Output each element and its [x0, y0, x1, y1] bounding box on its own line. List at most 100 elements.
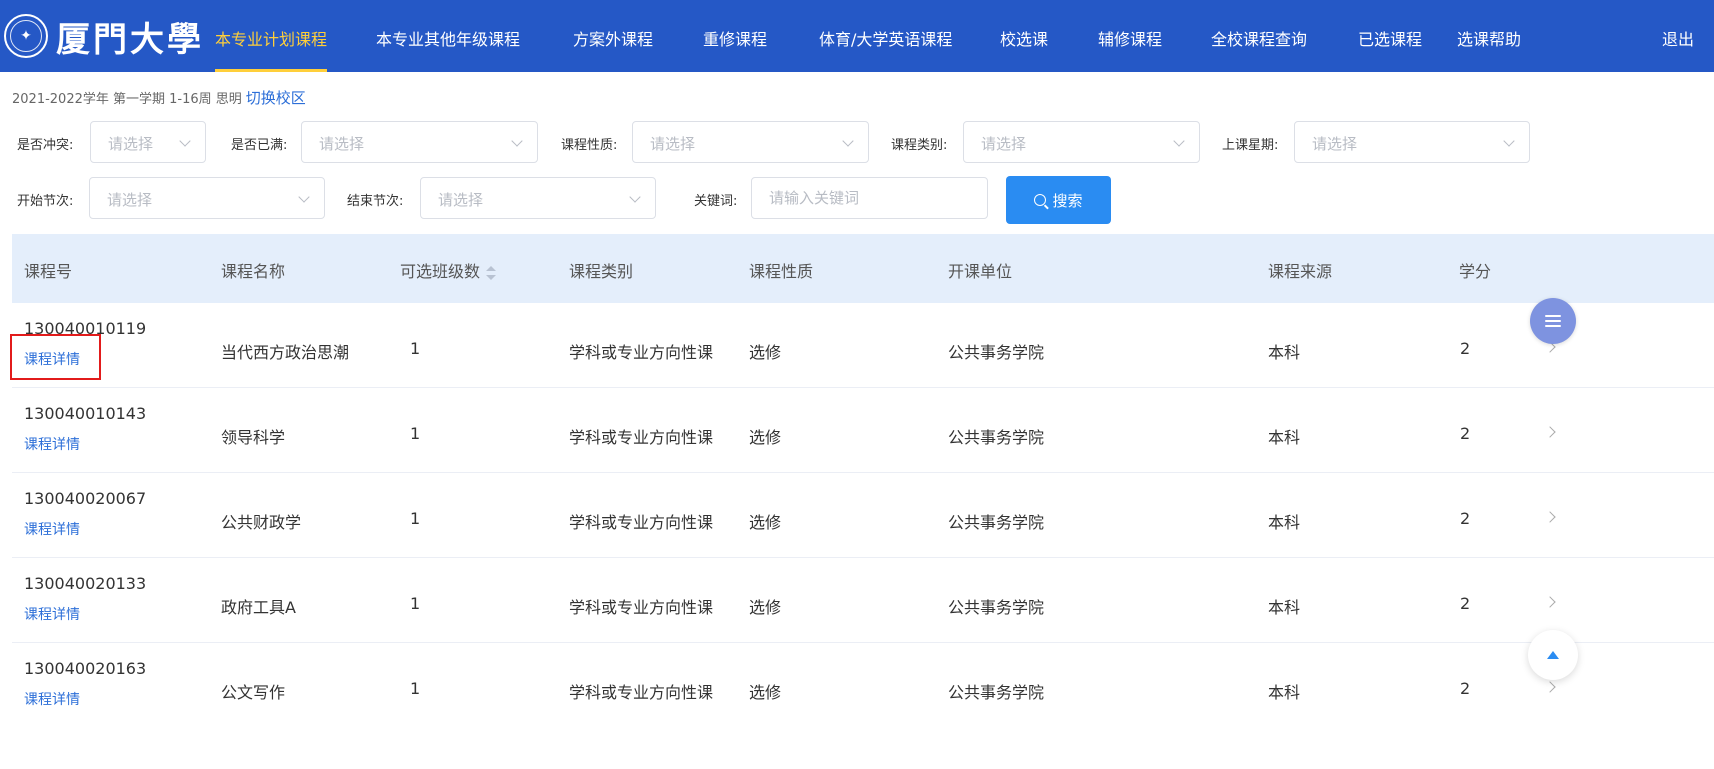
course-code: 130040010143 — [24, 404, 147, 423]
table-row[interactable]: 130040010143 课程详情 领导科学 1 学科或专业方向性课 选修 公共… — [12, 388, 1714, 473]
chevron-down-icon — [511, 135, 523, 147]
class-count: 1 — [410, 679, 421, 698]
nav-pe-english-courses[interactable]: 体育/大学英语课程 — [819, 0, 952, 72]
column-header-code: 课程号 — [24, 262, 73, 281]
chevron-right-icon[interactable] — [1544, 511, 1556, 523]
course-credit: 2 — [1460, 509, 1471, 528]
course-code: 130040020133 — [24, 574, 147, 593]
nature-filter-label: 课程性质: — [561, 138, 618, 153]
weekday-select[interactable]: 请选择 — [1294, 121, 1530, 163]
nav-off-plan-courses[interactable]: 方案外课程 — [573, 0, 653, 72]
column-header-category: 课程类别 — [569, 262, 634, 281]
course-detail-link[interactable]: 课程详情 — [24, 689, 80, 709]
course-unit: 公共事务学院 — [948, 343, 1045, 362]
seal-icon: ✦ — [4, 14, 48, 58]
university-logo[interactable]: ✦ 厦門大學 — [4, 10, 204, 62]
column-header-classes-label: 可选班级数 — [400, 262, 481, 281]
search-icon — [1034, 194, 1047, 206]
class-count: 1 — [410, 339, 421, 358]
course-unit: 公共事务学院 — [948, 683, 1045, 702]
course-name: 政府工具A — [221, 598, 296, 617]
sort-icon[interactable] — [486, 265, 497, 280]
course-source: 本科 — [1268, 428, 1301, 447]
floating-menu-button[interactable] — [1530, 298, 1576, 344]
course-code: 130040010119 — [24, 319, 147, 338]
chevron-down-icon — [842, 135, 854, 147]
term-info: 2021-2022学年 第一学期 1-16周 思明 切换校区 — [12, 87, 306, 108]
conflict-filter-label: 是否冲突: — [17, 138, 74, 153]
nav-all-courses-query[interactable]: 全校课程查询 — [1211, 0, 1307, 72]
category-select-placeholder: 请选择 — [981, 135, 1027, 153]
nav-other-grade-courses[interactable]: 本专业其他年级课程 — [376, 0, 520, 72]
full-filter-label: 是否已满: — [231, 138, 288, 153]
chevron-right-icon[interactable] — [1544, 681, 1556, 693]
table-row[interactable]: 130040020163 课程详情 公文写作 1 学科或专业方向性课 选修 公共… — [12, 643, 1714, 769]
course-credit: 2 — [1460, 679, 1471, 698]
course-name: 公文写作 — [221, 683, 286, 702]
nav-plan-courses[interactable]: 本专业计划课程 — [215, 0, 328, 72]
nav-logout[interactable]: 退出 — [1662, 0, 1694, 72]
back-to-top-button[interactable] — [1528, 630, 1578, 680]
search-button[interactable]: 搜索 — [1006, 176, 1111, 224]
conflict-select[interactable]: 请选择 — [90, 121, 206, 163]
chevron-right-icon[interactable] — [1544, 596, 1556, 608]
course-unit: 公共事务学院 — [948, 428, 1045, 447]
nav-selected-courses[interactable]: 已选课程 — [1358, 0, 1422, 72]
category-select[interactable]: 请选择 — [963, 121, 1200, 163]
course-name: 领导科学 — [221, 428, 286, 447]
chevron-down-icon — [1173, 135, 1185, 147]
course-nature: 选修 — [749, 683, 782, 702]
chevron-down-icon — [179, 135, 191, 147]
course-unit: 公共事务学院 — [948, 598, 1045, 617]
end-period-filter-label: 结束节次: — [347, 194, 404, 209]
course-credit: 2 — [1460, 594, 1471, 613]
chevron-down-icon — [1503, 135, 1515, 147]
top-nav-bar: ✦ 厦門大學 本专业计划课程 本专业其他年级课程 方案外课程 重修课程 体育/大… — [0, 0, 1714, 72]
logo-text: 厦門大學 — [56, 19, 204, 60]
course-nature: 选修 — [749, 513, 782, 532]
course-category: 学科或专业方向性课 — [569, 428, 714, 447]
course-credit: 2 — [1460, 424, 1471, 443]
menu-icon — [1545, 315, 1561, 327]
switch-campus-link[interactable]: 切换校区 — [246, 89, 306, 107]
course-detail-link[interactable]: 课程详情 — [24, 434, 80, 454]
course-source: 本科 — [1268, 343, 1301, 362]
search-button-label: 搜索 — [1052, 192, 1083, 210]
course-credit: 2 — [1460, 339, 1471, 358]
course-name: 当代西方政治思潮 — [221, 343, 350, 362]
course-detail-link[interactable]: 课程详情 — [24, 604, 80, 624]
course-code: 130040020163 — [24, 659, 147, 678]
chevron-right-icon[interactable] — [1544, 426, 1556, 438]
course-detail-link[interactable]: 课程详情 — [24, 519, 80, 539]
column-header-unit: 开课单位 — [948, 262, 1013, 281]
nav-help[interactable]: 选课帮助 — [1457, 0, 1521, 72]
start-period-select-placeholder: 请选择 — [107, 191, 153, 209]
nav-retake-courses[interactable]: 重修课程 — [703, 0, 767, 72]
start-period-select[interactable]: 请选择 — [89, 177, 325, 219]
class-count: 1 — [410, 424, 421, 443]
table-row[interactable]: 130040010119 课程详情 当代西方政治思潮 1 学科或专业方向性课 选… — [12, 303, 1714, 388]
full-select[interactable]: 请选择 — [301, 121, 538, 163]
nav-minor-courses[interactable]: 辅修课程 — [1098, 0, 1162, 72]
arrow-up-icon — [1547, 651, 1559, 659]
class-count: 1 — [410, 509, 421, 528]
course-detail-link[interactable]: 课程详情 — [24, 349, 80, 369]
table-row[interactable]: 130040020067 课程详情 公共财政学 1 学科或专业方向性课 选修 公… — [12, 473, 1714, 558]
column-header-classes[interactable]: 可选班级数 — [400, 258, 497, 282]
end-period-select[interactable]: 请选择 — [420, 177, 656, 219]
weekday-select-placeholder: 请选择 — [1312, 135, 1358, 153]
term-text: 2021-2022学年 第一学期 1-16周 思明 — [12, 92, 242, 107]
course-unit: 公共事务学院 — [948, 513, 1045, 532]
course-category: 学科或专业方向性课 — [569, 598, 714, 617]
course-source: 本科 — [1268, 683, 1301, 702]
keyword-input[interactable] — [751, 177, 988, 219]
end-period-select-placeholder: 请选择 — [438, 191, 484, 209]
column-header-credit: 学分 — [1459, 262, 1492, 281]
nature-select[interactable]: 请选择 — [632, 121, 869, 163]
course-code: 130040020067 — [24, 489, 147, 508]
table-row[interactable]: 130040020133 课程详情 政府工具A 1 学科或专业方向性课 选修 公… — [12, 558, 1714, 643]
full-select-placeholder: 请选择 — [319, 135, 365, 153]
nav-school-elective[interactable]: 校选课 — [1000, 0, 1048, 72]
chevron-down-icon — [298, 191, 310, 203]
weekday-filter-label: 上课星期: — [1222, 138, 1279, 153]
